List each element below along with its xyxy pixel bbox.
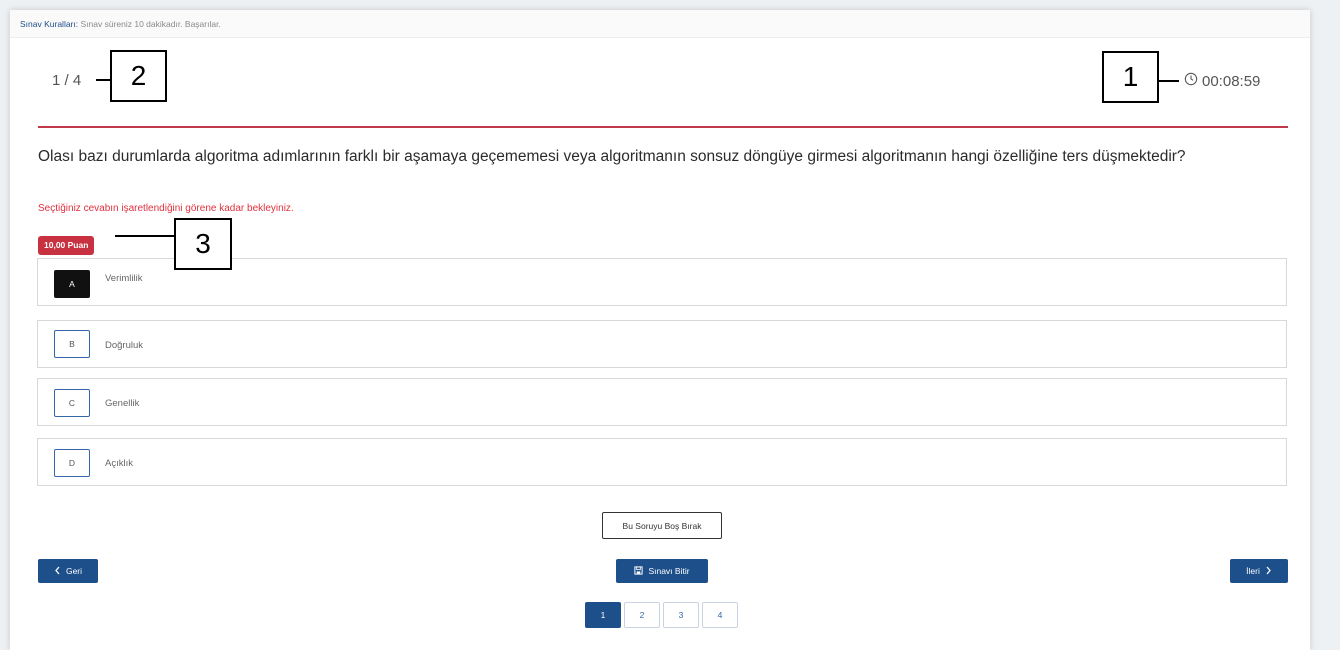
back-button[interactable]: Geri <box>38 559 98 583</box>
option-label: Açıklık <box>105 458 133 469</box>
callout-line-3 <box>115 235 174 237</box>
option-label: Genellik <box>105 398 140 409</box>
finish-label: Sınavı Bitir <box>648 566 690 576</box>
callout-1: 1 <box>1102 51 1159 103</box>
callout-line-1 <box>1159 80 1179 82</box>
option-label: Doğruluk <box>105 340 144 351</box>
next-button[interactable]: İleri <box>1230 559 1288 583</box>
exam-timer: 00:08:59 <box>1184 72 1260 90</box>
option-letter: A <box>54 270 90 298</box>
option-label: Verimlilik <box>105 273 143 284</box>
exam-rules-bar: Sınav Kuralları: Sınav süreniz 10 dakika… <box>10 10 1310 38</box>
next-label: İleri <box>1246 566 1260 576</box>
page-button-4[interactable]: 4 <box>702 602 738 628</box>
option-d[interactable]: D Açıklık <box>37 438 1287 486</box>
page-button-3[interactable]: 3 <box>663 602 699 628</box>
timer-value: 00:08:59 <box>1202 72 1261 90</box>
clock-icon <box>1184 72 1198 90</box>
callout-2: 2 <box>110 50 167 102</box>
selection-warning: Seçtiğiniz cevabın işaretlendiğini gören… <box>38 203 294 214</box>
option-b[interactable]: B Doğruluk <box>37 320 1287 368</box>
question-counter: 1 / 4 <box>52 72 82 89</box>
skip-question-button[interactable]: Bu Soruyu Boş Bırak <box>602 512 722 539</box>
finish-exam-button[interactable]: Sınavı Bitir <box>616 559 708 583</box>
chevron-right-icon <box>1265 566 1272 577</box>
rules-label: Sınav Kuralları: <box>20 19 79 29</box>
page-button-2[interactable]: 2 <box>624 602 660 628</box>
chevron-left-icon <box>54 566 61 577</box>
exam-page: Sınav Kuralları: Sınav süreniz 10 dakika… <box>10 10 1310 650</box>
save-icon <box>634 565 644 577</box>
option-letter: B <box>54 330 90 358</box>
callout-3: 3 <box>174 218 232 270</box>
rules-text: Sınav süreniz 10 dakikadır. Başarılar. <box>78 19 221 29</box>
header-divider <box>38 126 1288 128</box>
option-letter: C <box>54 389 90 417</box>
question-pagination: 1 2 3 4 <box>585 602 738 628</box>
page-button-1[interactable]: 1 <box>585 602 621 628</box>
back-label: Geri <box>65 566 83 576</box>
callout-line-2 <box>96 79 110 81</box>
option-letter: D <box>54 449 90 477</box>
question-text: Olası bazı durumlarda algoritma adımları… <box>38 148 1186 165</box>
points-badge: 10,00 Puan <box>38 236 95 255</box>
option-c[interactable]: C Genellik <box>37 378 1287 426</box>
